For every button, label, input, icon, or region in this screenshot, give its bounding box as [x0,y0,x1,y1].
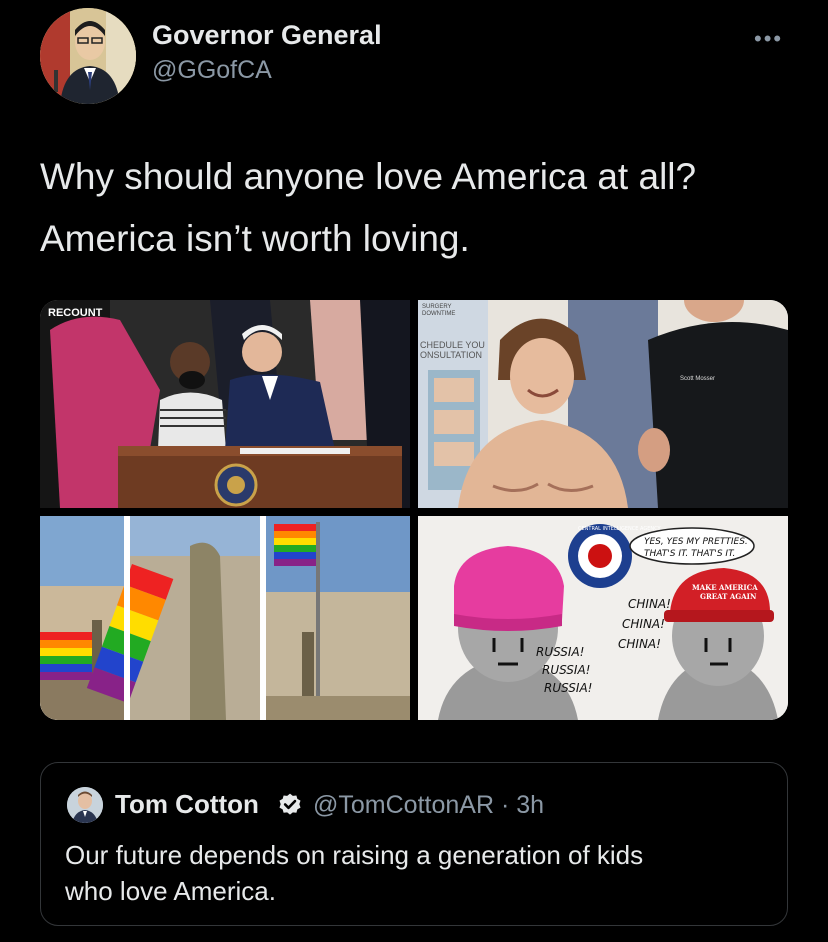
more-options-icon[interactable]: ••• [754,26,783,52]
hat-line-1: MAKE AMERICA [692,583,758,592]
tweet-text-line-1: Why should anyone love America at all? [40,156,697,197]
clinic-sign-line-2: DOWNTIME [422,311,455,317]
author-display-name[interactable]: Governor General [152,20,382,51]
quoted-text-line-1: Our future depends on raising a generati… [65,840,644,870]
avatar-image [40,8,136,104]
left-chant-2: RUSSIA! [542,663,591,677]
recount-label: RECOUNT [48,307,103,319]
clinic-sign-line-1: SURGERY [422,304,452,310]
quoted-avatar-image [67,787,103,823]
author-handle[interactable]: @GGofCA [152,56,272,85]
tweet-text: Why should anyone love America at all? A… [40,146,800,270]
right-chant-1: CHINA! [628,597,671,611]
right-chant-3: CHINA! [618,637,661,651]
cia-seal-text: CENTRAL INTELLIGENCE AGENCY [578,526,662,532]
grid-divider-horizontal [40,508,788,516]
left-chant-1: RUSSIA! [536,645,585,659]
left-chant-3: RUSSIA! [544,681,593,695]
clinic-sign-line-3: CHEDULE YOU [420,340,485,350]
quoted-text-line-2: who love America. [65,876,276,906]
comic-image: CENTRAL INTELLIGENCE AGENCY YES, YES MY … [418,516,788,720]
media-grid: RECOUNT SURGERY DOWNTIME CHEDULE YOU ONS… [40,300,788,720]
right-chant-2: CHINA! [622,617,665,631]
tweet-text-line-2: America isn’t worth loving. [40,218,470,259]
media-photo-signing[interactable]: RECOUNT [40,300,410,508]
verified-badge-icon [279,793,301,815]
quoted-handle-and-time[interactable]: @TomCottonAR · 3h [313,791,544,820]
flag-triptych-image [40,516,410,720]
quoted-author-avatar[interactable] [67,787,103,823]
author-avatar[interactable] [40,8,136,104]
clinic-sign-line-4: ONSULTATION [420,350,482,360]
quoted-tweet-card[interactable]: Tom Cotton @TomCottonAR · 3h Our future … [40,762,788,926]
quoted-author-name[interactable]: Tom Cotton [115,789,259,820]
surgeon-badge: Scott Mosser [680,376,715,382]
media-photo-clinic[interactable]: SURGERY DOWNTIME CHEDULE YOU ONSULTATION… [418,300,788,508]
speech-line-1: YES, YES MY PRETTIES. [644,537,748,547]
media-comic[interactable]: CENTRAL INTELLIGENCE AGENCY YES, YES MY … [418,516,788,720]
speech-line-2: THAT'S IT. THAT'S IT. [644,549,735,559]
quoted-tweet-text: Our future depends on raising a generati… [65,837,765,909]
hat-line-2: GREAT AGAIN [700,592,757,601]
media-photo-flags[interactable] [40,516,410,720]
signing-photo-image: RECOUNT [40,300,410,508]
clinic-photo-image: SURGERY DOWNTIME CHEDULE YOU ONSULTATION… [418,300,788,508]
